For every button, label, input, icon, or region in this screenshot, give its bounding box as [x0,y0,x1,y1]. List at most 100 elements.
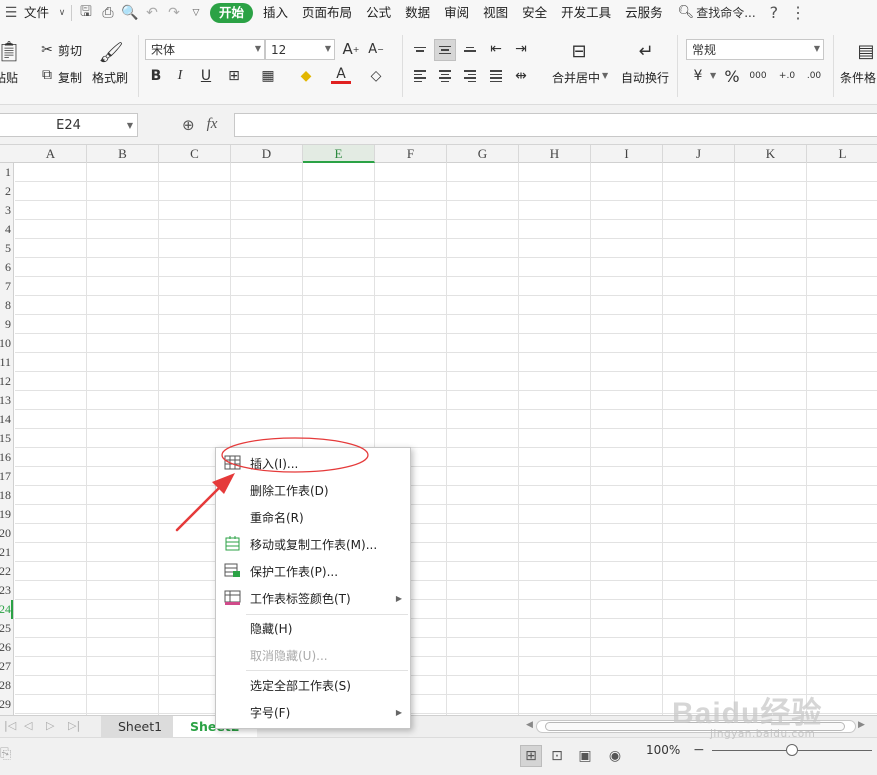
cut-button[interactable]: 剪切 [58,42,82,59]
increase-decimal-icon[interactable]: +.0 [777,66,797,86]
column-header-l[interactable]: L [807,145,877,163]
column-header-a[interactable]: A [15,145,87,163]
borders-icon[interactable]: ⊞ [224,66,244,86]
tab-review[interactable]: 审阅 [437,0,476,25]
font-name-select[interactable]: 宋体 ▼ [145,39,265,60]
menu-item-rename[interactable]: 重命名(R) [216,504,410,530]
tab-formulas[interactable]: 公式 [359,0,398,25]
last-sheet-icon[interactable]: ▷| [68,719,80,732]
row-header-6[interactable]: 6 [0,258,11,277]
row-header-3[interactable]: 3 [0,201,11,220]
chevron-down-icon[interactable]: ▼ [710,71,716,80]
format-painter-icon[interactable]: 🖌︎ [98,39,123,65]
number-format-select[interactable]: 常规 ▼ [686,39,824,60]
zoom-slider-handle[interactable] [786,744,798,756]
row-header-17[interactable]: 17 [0,467,11,486]
macro-icon[interactable]: ⎘ [0,746,11,762]
cell-area[interactable] [15,163,877,715]
column-header-k[interactable]: K [735,145,807,163]
tab-developer[interactable]: 开发工具 [554,0,618,25]
normal-view-icon[interactable]: ⊞ [520,745,542,767]
font-size-select[interactable]: 12 ▼ [265,39,335,60]
file-menu[interactable]: 文件 [22,0,56,25]
row-header-16[interactable]: 16 [0,448,11,467]
currency-icon[interactable]: ¥ [688,66,708,86]
tab-security[interactable]: 安全 [515,0,554,25]
row-header-11[interactable]: 11 [0,353,11,372]
distributed-align-icon[interactable]: ⇹ [511,66,531,86]
eye-protection-icon[interactable]: ◉ [604,745,626,767]
align-left-icon[interactable] [410,66,430,86]
chevron-down-icon[interactable]: ▼ [602,71,608,80]
row-header-5[interactable]: 5 [0,239,11,258]
cut-icon[interactable]: ✂ [37,40,57,60]
row-header-28[interactable]: 28 [0,676,11,695]
italic-icon[interactable]: I [170,66,190,86]
row-header-13[interactable]: 13 [0,391,11,410]
thousands-separator-icon[interactable]: 000 [748,66,768,86]
menu-item-select-all-sheets[interactable]: 选定全部工作表(S) [216,672,410,698]
row-header-24[interactable]: 24 [0,600,11,619]
tab-page-layout[interactable]: 页面布局 [295,0,359,25]
percent-icon[interactable]: % [722,66,742,86]
chevron-down-icon[interactable]: ∨ [56,2,68,24]
column-header-b[interactable]: B [87,145,159,163]
increase-indent-icon[interactable]: ⇥ [511,39,531,59]
first-sheet-icon[interactable]: |◁ [4,719,16,732]
customize-quick-access-icon[interactable]: ▽ [185,2,207,24]
column-header-i[interactable]: I [591,145,663,163]
save-icon[interactable]: 🖫 [75,2,97,24]
menu-item-font-size[interactable]: 字号(F) ▶ [216,699,410,725]
tab-insert[interactable]: 插入 [256,0,295,25]
column-header-e[interactable]: E [303,145,375,163]
row-header-20[interactable]: 20 [0,524,11,543]
paste-button[interactable]: 粘贴 [0,69,18,86]
align-middle-icon[interactable] [434,39,456,61]
row-header-8[interactable]: 8 [0,296,11,315]
print-icon[interactable]: ⎙ [97,2,119,24]
menu-item-protect[interactable]: 保护工作表(P)... [216,558,410,584]
merge-center-icon[interactable]: ⊟ [566,39,592,63]
row-header-1[interactable]: 1 [0,163,11,182]
row-header-26[interactable]: 26 [0,638,11,657]
menu-item-hide[interactable]: 隐藏(H) [216,615,410,641]
next-sheet-icon[interactable]: ▷ [46,719,54,732]
undo-icon[interactable]: ↶ [141,2,163,24]
align-center-icon[interactable] [435,66,455,86]
column-header-g[interactable]: G [447,145,519,163]
row-header-23[interactable]: 23 [0,581,11,600]
menu-item-move-copy[interactable]: 移动或复制工作表(M)... [216,531,410,557]
tab-home[interactable]: 开始 [210,2,254,23]
prev-sheet-icon[interactable]: ◁ [24,719,32,732]
clear-format-icon[interactable]: ◇ [366,66,386,86]
redo-icon[interactable]: ↷ [163,2,185,24]
sheet-tab-sheet1[interactable]: Sheet1 [101,716,180,737]
row-header-25[interactable]: 25 [0,619,11,638]
menu-item-insert[interactable]: 插入(I)... [216,450,410,476]
print-preview-icon[interactable]: 🔍 [119,2,141,24]
menu-item-tab-color[interactable]: 工作表标签颜色(T) ▶ [216,585,410,611]
zoom-out-icon[interactable]: − [693,742,705,758]
scroll-right-icon[interactable]: ▶ [858,720,865,730]
row-header-15[interactable]: 15 [0,429,11,448]
row-header-10[interactable]: 10 [0,334,11,353]
column-header-h[interactable]: H [519,145,591,163]
row-header-18[interactable]: 18 [0,486,11,505]
row-header-4[interactable]: 4 [0,220,11,239]
align-right-icon[interactable] [460,66,480,86]
scroll-left-icon[interactable]: ◀ [526,720,533,730]
reading-mode-icon[interactable]: ▣ [574,745,596,767]
fill-color-icon[interactable]: ◆ [296,66,316,86]
menu-item-delete-sheet[interactable]: 删除工作表(D) [216,477,410,503]
row-header-12[interactable]: 12 [0,372,11,391]
tab-view[interactable]: 视图 [476,0,515,25]
wrap-text-icon[interactable]: ↵ [633,39,659,63]
command-search[interactable]: 🔍︎ 查找命令... [670,4,764,21]
align-top-icon[interactable] [410,39,430,59]
column-header-c[interactable]: C [159,145,231,163]
page-break-view-icon[interactable]: ⊡ [546,745,568,767]
row-header-7[interactable]: 7 [0,277,11,296]
decrease-decimal-icon[interactable]: .00 [804,66,824,86]
column-header-j[interactable]: J [663,145,735,163]
row-header-27[interactable]: 27 [0,657,11,676]
